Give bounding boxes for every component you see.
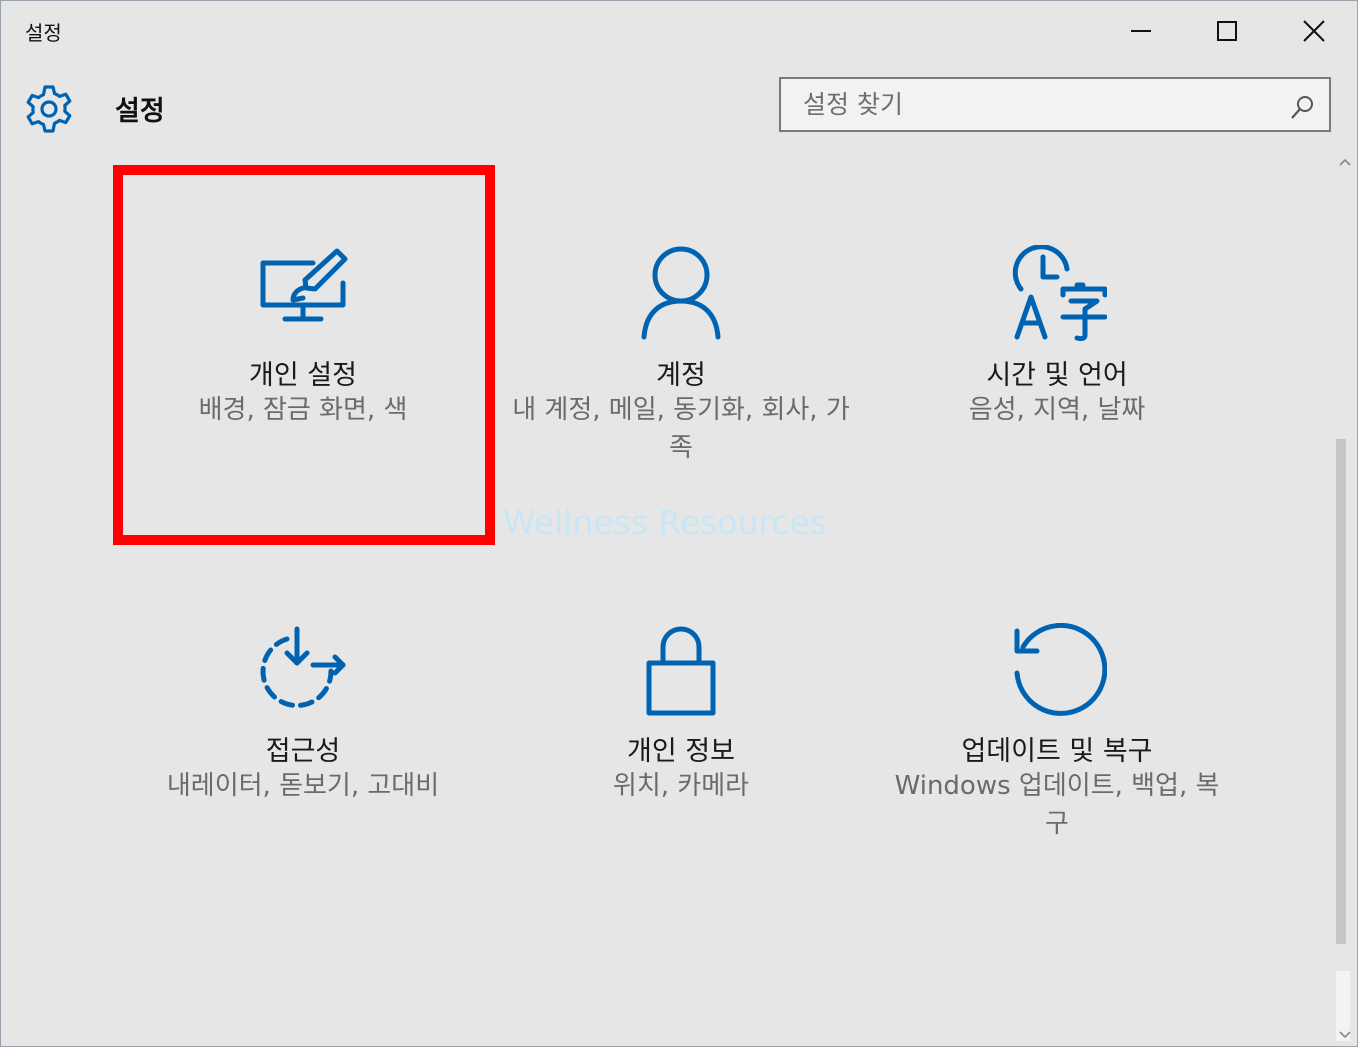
category-name: 계정	[656, 360, 706, 391]
refresh-icon	[1014, 623, 1107, 716]
scrollbar[interactable]	[1334, 151, 1356, 1046]
category-update-recovery[interactable]: 업데이트 및 복구 Windows 업데이트, 백업, 복구	[867, 541, 1247, 921]
category-name: 개인 정보	[627, 736, 735, 767]
settings-window: 설정 설정 설정 찾기 개인 설정 배경, 잠금 화면, 색 계정 내 계정, …	[0, 0, 1358, 1047]
category-description: 내 계정, 메일, 동기화, 회사, 가족	[512, 395, 850, 463]
category-privacy[interactable]: 개인 정보 위치, 카메라	[491, 541, 871, 921]
time-language-icon	[1012, 245, 1107, 341]
category-description: 음성, 지역, 날짜	[968, 395, 1146, 425]
category-description: Windows 업데이트, 백업, 복구	[894, 771, 1220, 839]
category-name: 시간 및 언어	[986, 360, 1128, 391]
category-personalization[interactable]: 개인 설정 배경, 잠금 화면, 색	[113, 165, 493, 545]
category-name: 업데이트 및 복구	[961, 736, 1153, 767]
ease-of-access-icon	[260, 626, 346, 708]
scroll-thumb[interactable]	[1336, 439, 1346, 944]
scroll-up-button[interactable]	[1334, 151, 1356, 173]
category-name: 개인 설정	[249, 360, 357, 391]
person-icon	[641, 246, 721, 340]
category-name: 접근성	[265, 736, 341, 767]
category-description: 위치, 카메라	[612, 771, 750, 801]
categories-grid: 개인 설정 배경, 잠금 화면, 색 계정 내 계정, 메일, 동기화, 회사,…	[1, 1, 1331, 1046]
category-description: 배경, 잠금 화면, 색	[198, 395, 408, 425]
scroll-down-button[interactable]	[1334, 1024, 1356, 1046]
personalization-icon	[260, 248, 348, 322]
chevron-up-icon	[1339, 158, 1351, 166]
category-ease-of-access[interactable]: 접근성 내레이터, 돋보기, 고대비	[113, 541, 493, 921]
category-accounts[interactable]: 계정 내 계정, 메일, 동기화, 회사, 가족	[491, 165, 871, 545]
category-description: 내레이터, 돋보기, 고대비	[166, 771, 440, 801]
chevron-down-icon	[1339, 1031, 1351, 1039]
lock-icon	[646, 626, 716, 716]
category-time-language[interactable]: 시간 및 언어 음성, 지역, 날짜	[867, 165, 1247, 545]
